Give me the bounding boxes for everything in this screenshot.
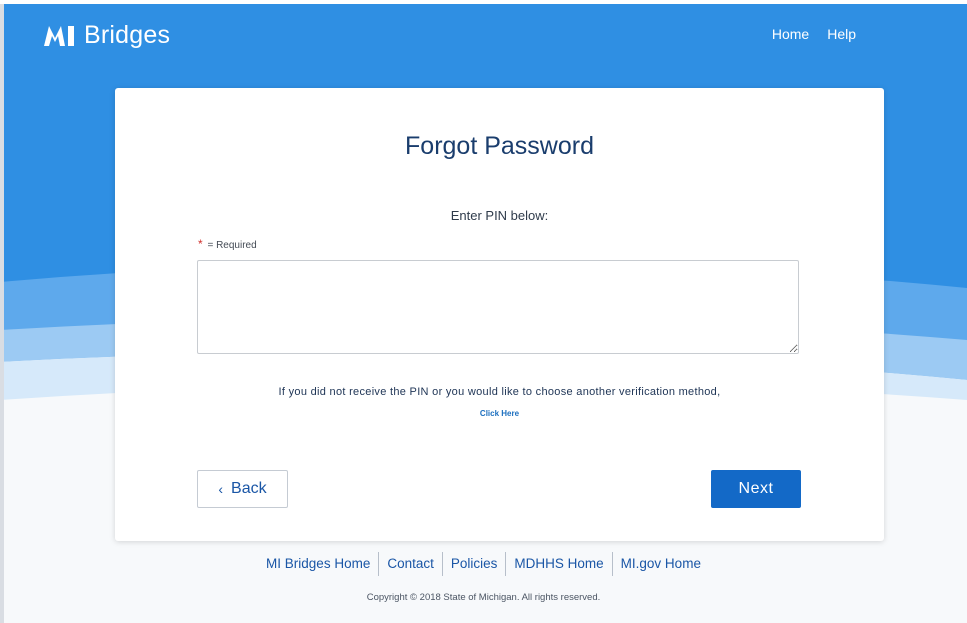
pin-instruction: Enter PIN below:	[450, 208, 549, 223]
click-here-link[interactable]: Click Here	[115, 409, 884, 418]
footer-link-contact[interactable]: Contact	[379, 552, 443, 576]
window-frame	[0, 0, 4, 623]
required-legend: * = Required	[198, 237, 257, 251]
footer-link-migov-home[interactable]: MI.gov Home	[613, 552, 709, 576]
footer-link-mi-bridges-home[interactable]: MI Bridges Home	[258, 552, 380, 576]
nav-help-link[interactable]: Help	[827, 26, 856, 42]
chevron-left-icon: ‹	[218, 481, 224, 497]
back-button-label: Back	[231, 480, 267, 497]
page-title: Forgot Password	[405, 132, 594, 160]
nav-home-link[interactable]: Home	[772, 26, 809, 42]
forgot-password-card: Forgot Password Enter PIN below: * = Req…	[115, 88, 884, 541]
mi-bridges-logo[interactable]: Bridges	[44, 18, 170, 52]
footer-link-policies[interactable]: Policies	[443, 552, 507, 576]
required-star-icon: *	[198, 237, 203, 251]
top-navigation: Home Help	[772, 26, 856, 42]
footer-link-mdhhs-home[interactable]: MDHHS Home	[506, 552, 613, 576]
mi-logo-icon	[44, 26, 74, 46]
required-label: = Required	[207, 240, 257, 251]
footer-links: MI Bridges Home Contact Policies MDHHS H…	[0, 552, 967, 576]
brand-name: Bridges	[84, 20, 171, 49]
next-button[interactable]: Next	[711, 470, 801, 508]
alternate-method-hint: If you did not receive the PIN or you wo…	[278, 386, 721, 398]
top-header: Bridges Home Help	[0, 0, 967, 70]
copyright-text: Copyright © 2018 State of Michigan. All …	[366, 592, 601, 603]
back-button[interactable]: ‹ Back	[197, 470, 288, 508]
pin-input[interactable]	[197, 260, 799, 354]
page-footer: MI Bridges Home Contact Policies MDHHS H…	[0, 552, 967, 603]
